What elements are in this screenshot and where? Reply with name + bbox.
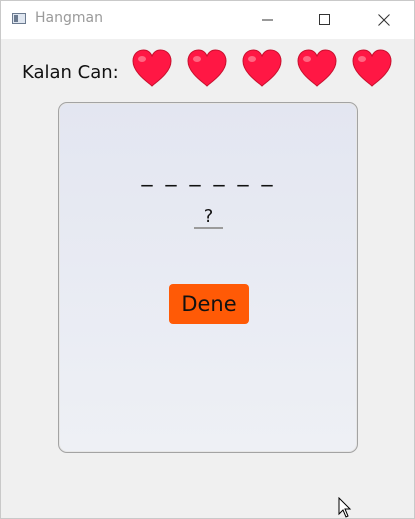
game-panel	[58, 102, 358, 453]
heart-icon	[352, 49, 392, 87]
title-bar[interactable]: Hangman	[1, 1, 414, 39]
mouse-cursor-icon	[338, 497, 352, 518]
close-icon	[378, 14, 390, 26]
letter-guess-input[interactable]	[194, 205, 223, 229]
heart-icon	[187, 49, 227, 87]
window-title: Hangman	[35, 10, 103, 26]
heart-icon	[132, 49, 172, 87]
app-icon	[12, 13, 26, 24]
minimize-icon	[262, 19, 273, 21]
close-button[interactable]	[361, 1, 407, 39]
heart-icon	[242, 49, 282, 87]
lives-label: Kalan Can:	[22, 62, 119, 83]
hangman-window: Hangman Kalan Can: _ _ _ _ _ _ Dene	[0, 0, 415, 519]
heart-icon	[297, 49, 337, 87]
minimize-button[interactable]	[245, 1, 291, 39]
maximize-icon	[319, 14, 330, 25]
maximize-button[interactable]	[302, 1, 348, 39]
masked-word: _ _ _ _ _ _	[141, 162, 276, 187]
try-button[interactable]: Dene	[169, 284, 249, 324]
